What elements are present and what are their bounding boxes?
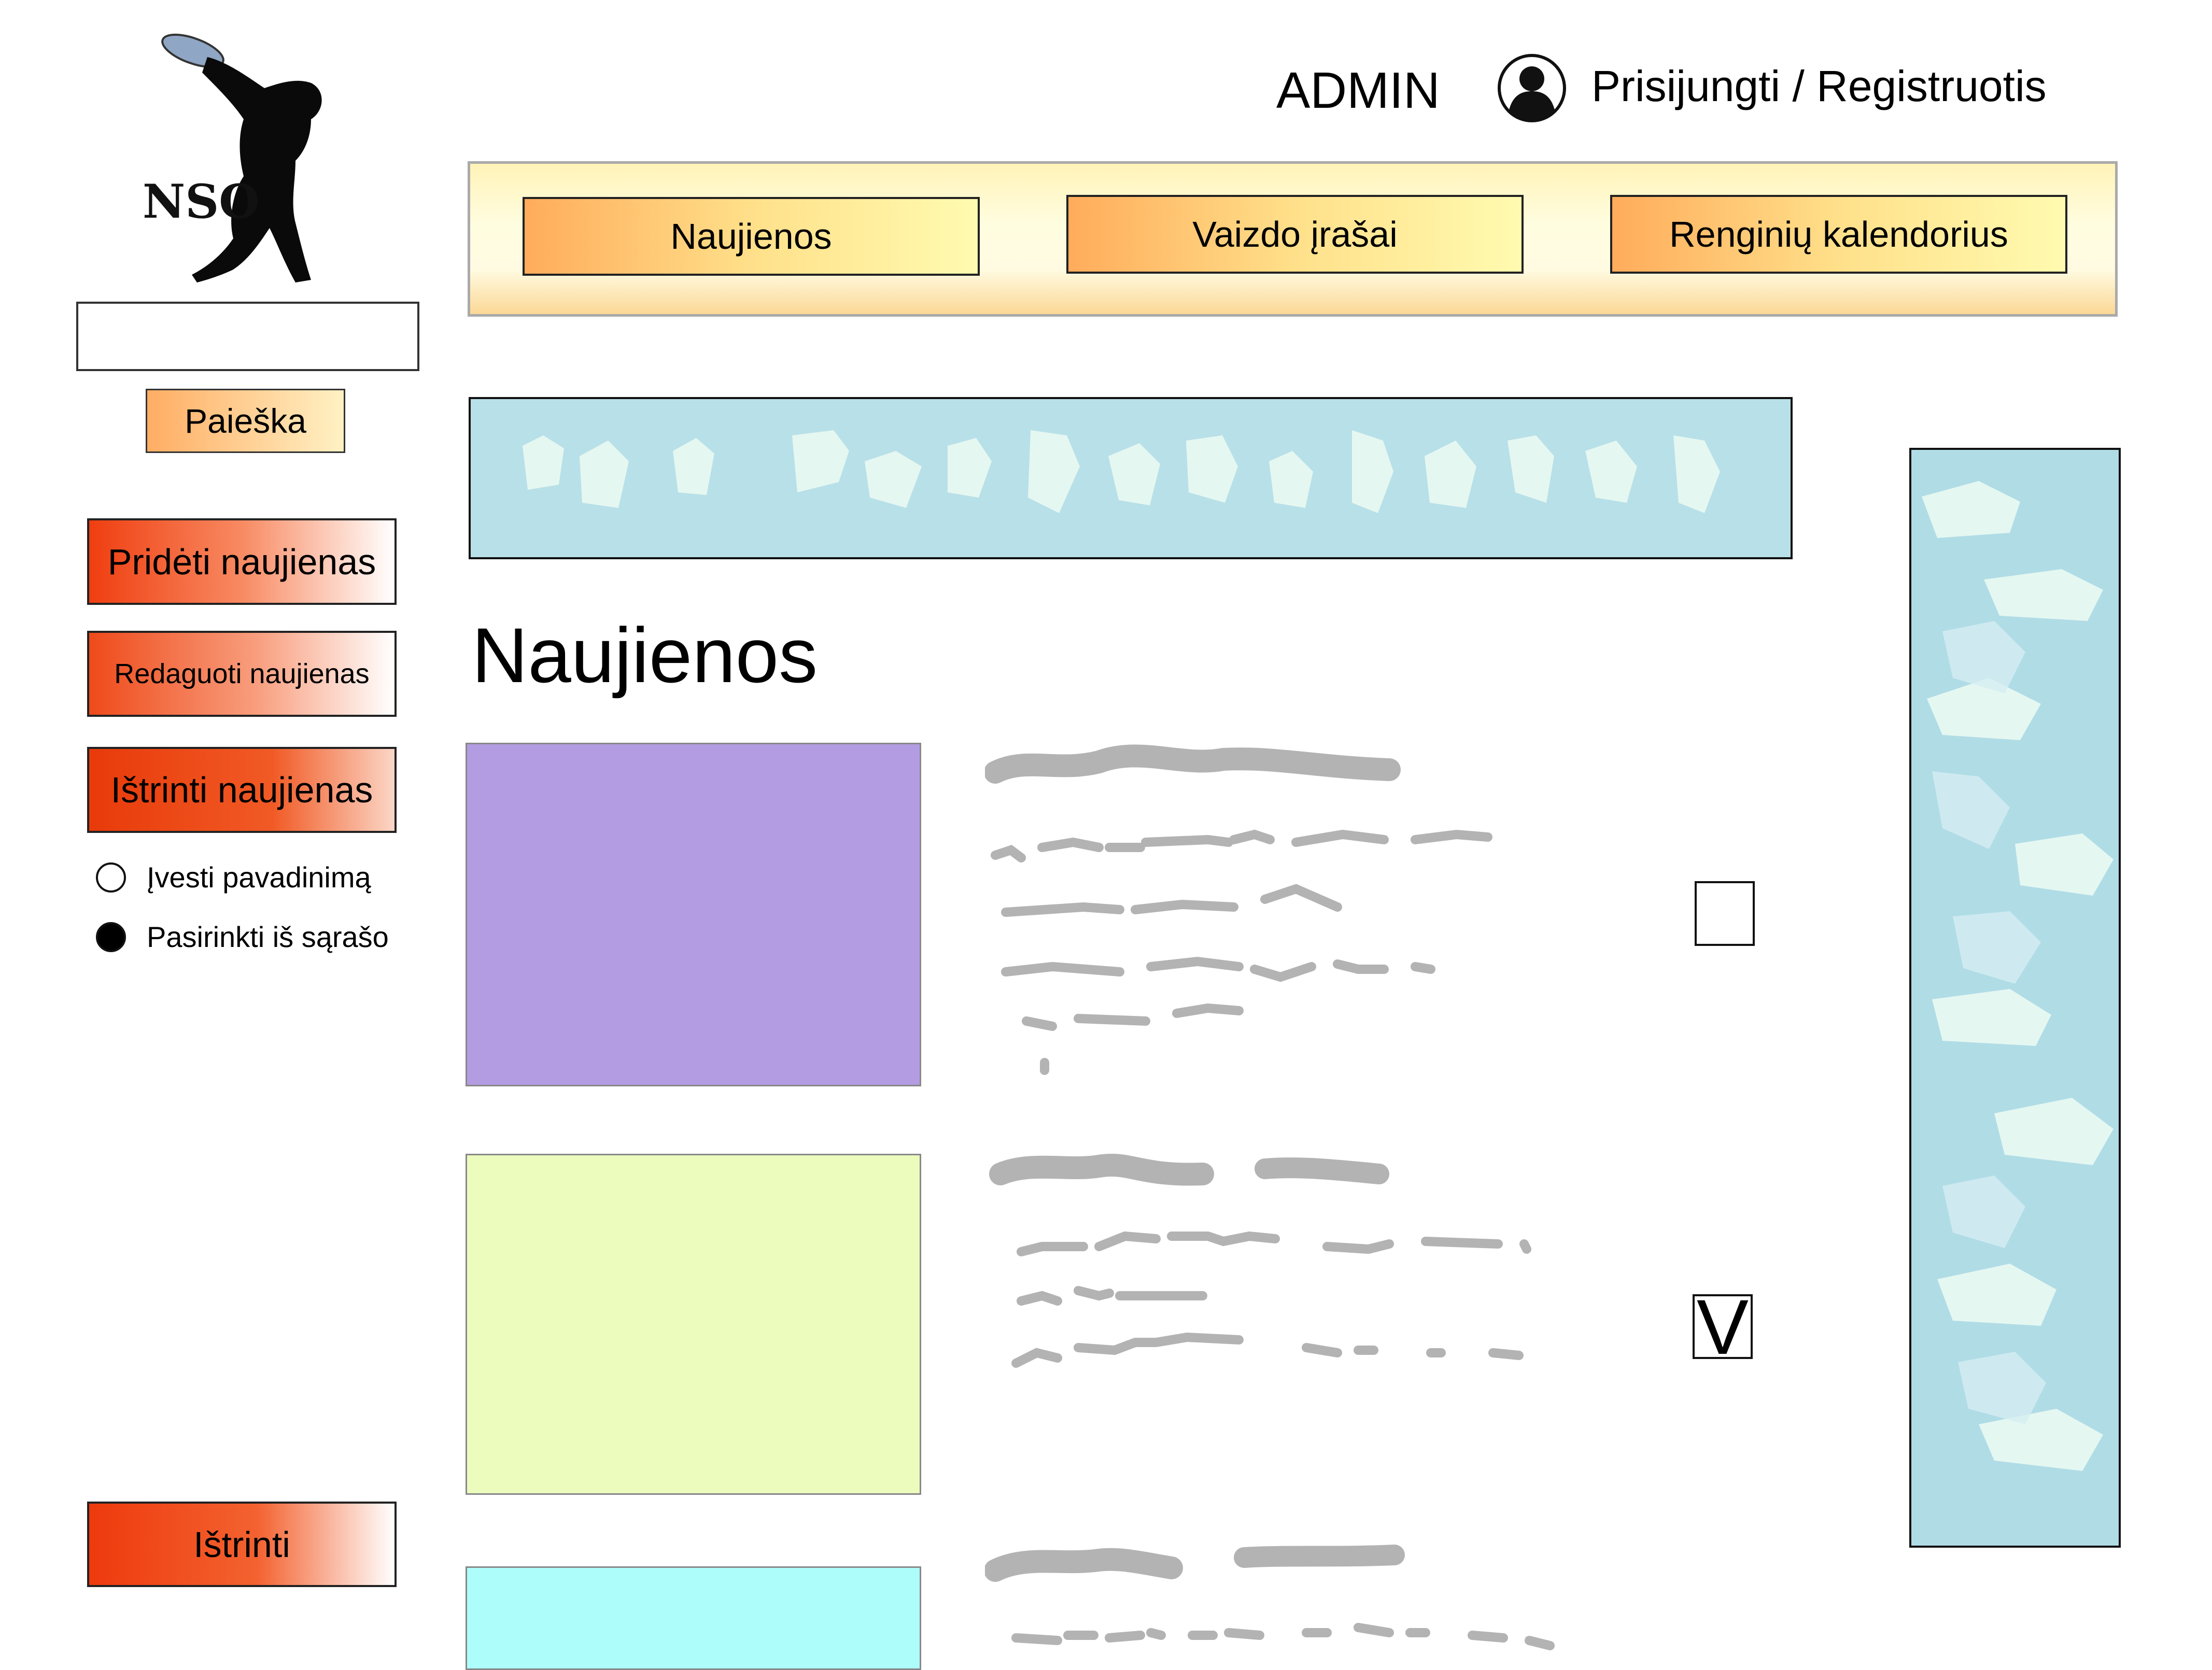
search-button[interactable]: Paieška (146, 389, 345, 453)
radio-enter-name[interactable]: Įvesti pavadinimą (96, 860, 371, 894)
site-logo[interactable]: NSO (140, 26, 358, 290)
radio-enter-name-label: Įvesti pavadinimą (147, 861, 371, 894)
news-thumbnail[interactable] (466, 1566, 921, 1670)
news-thumbnail[interactable] (466, 743, 921, 1086)
delete-news-button[interactable]: Ištrinti naujienas (87, 747, 397, 833)
radio-selected-icon[interactable] (96, 922, 126, 952)
news-text-placeholder (985, 744, 1492, 1075)
logo-text: NSO (143, 174, 260, 229)
radio-choose-list-label: Pasirinkti iš sąrašo (147, 921, 389, 953)
radio-empty-icon[interactable] (96, 862, 126, 893)
nav-video-button[interactable]: Vaizdo įrašai (1066, 195, 1524, 274)
page-title: Naujienos (472, 612, 818, 699)
news-text-placeholder (985, 1545, 1555, 1650)
login-register-link[interactable]: Prisijungti / Registruotis (1591, 61, 2047, 111)
nav-events-button[interactable]: Renginių kalendorius (1610, 195, 2067, 274)
nav-news-button[interactable]: Naujienos (523, 197, 980, 276)
radio-choose-list[interactable]: Pasirinkti iš sąrašo (96, 920, 389, 954)
news-thumbnail[interactable] (466, 1154, 921, 1495)
news-text-placeholder (989, 1153, 1531, 1368)
user-icon[interactable] (1496, 52, 1568, 124)
edit-news-button[interactable]: Redaguoti naujienas (87, 631, 397, 717)
add-news-button[interactable]: Pridėti naujienas (87, 518, 397, 605)
delete-button[interactable]: Ištrinti (87, 1502, 397, 1587)
top-banner[interactable] (469, 397, 1793, 559)
admin-label: ADMIN (1276, 62, 1440, 119)
news-select-checkbox[interactable] (1695, 881, 1755, 946)
side-banner[interactable] (1909, 448, 2121, 1548)
search-input[interactable] (76, 302, 419, 371)
news-select-checkbox[interactable]: V (1693, 1288, 1753, 1366)
